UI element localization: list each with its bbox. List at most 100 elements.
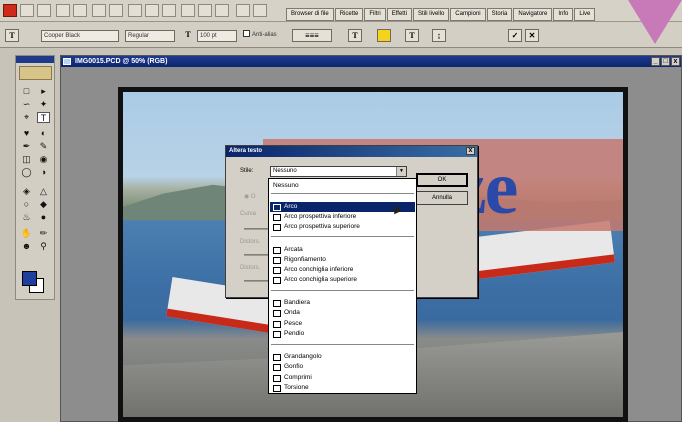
palette-well: Browser di file Ricette Filtri Effetti S… (286, 8, 596, 21)
document-title: IMG0015.PCD @ 50% (RGB) (75, 58, 168, 65)
vertical-distortion-label: Distors. (240, 265, 261, 271)
lasso-tool-icon[interactable]: ∽ (20, 99, 33, 110)
brush-tool-icon[interactable]: ✒ (20, 141, 33, 152)
bucket-tool-icon[interactable]: ♨ (20, 212, 33, 223)
orientation-radio[interactable]: ◉ O (244, 193, 256, 200)
gradient-tool-icon[interactable]: ● (37, 212, 50, 223)
shape-tool-icon[interactable]: ♥ (20, 128, 33, 139)
maximize-icon[interactable]: □ (661, 57, 670, 66)
dropdown-item-pesce[interactable]: Pesce (270, 319, 415, 329)
tab-file-browser[interactable]: Browser di file (286, 8, 334, 21)
type-tool-icon[interactable]: T (37, 112, 50, 123)
tab-info[interactable]: Info (553, 8, 574, 21)
dropdown-item-rigonfiamento[interactable]: Rigonfiamento (270, 255, 415, 265)
dodge-tool-icon[interactable]: ◆ (37, 199, 50, 210)
tab-recipes[interactable]: Ricette (334, 8, 364, 21)
tab-filters[interactable]: Filtri (364, 8, 386, 21)
tab-history[interactable]: Storia (486, 8, 513, 21)
dropdown-separator (271, 193, 414, 195)
smudge-tool-icon[interactable]: ○ (20, 199, 33, 210)
sponge-tool-icon[interactable]: ◑ (37, 167, 50, 178)
crop-tool-icon[interactable]: ⌖ (20, 112, 33, 123)
squeeze-icon (273, 374, 281, 382)
font-style-select[interactable]: Regular (125, 30, 175, 42)
cancel-button[interactable]: Annulla (416, 191, 468, 205)
minimize-icon[interactable]: _ (651, 57, 660, 66)
app-logo-icon[interactable] (3, 4, 17, 17)
move-tool-icon[interactable]: ▸ (37, 86, 50, 97)
clone-tool-icon[interactable]: ◉ (37, 154, 50, 165)
email-icon[interactable] (109, 4, 123, 17)
fisheye-icon (273, 353, 281, 361)
warp-text-icon[interactable]: T (405, 29, 419, 42)
eyedropper-tool-icon[interactable]: ✏ (37, 228, 50, 239)
tab-swatches[interactable]: Campioni (450, 8, 486, 21)
dialog-close-icon[interactable]: x (466, 147, 475, 155)
dropdown-item-arco-conchiglia-superiore[interactable]: Arco conchiglia superiore (270, 275, 415, 285)
dropdown-item-torsione[interactable]: Torsione (270, 383, 415, 393)
paste-icon[interactable] (162, 4, 176, 17)
dropdown-item-bandiera[interactable]: Bandiera (270, 298, 415, 308)
document-icon (63, 58, 71, 65)
sharpen-tool-icon[interactable]: △ (37, 186, 50, 197)
commit-button[interactable]: ✓ (508, 29, 522, 42)
foreground-color-swatch[interactable] (22, 271, 37, 286)
dropdown-item-pendio[interactable]: Pendio (270, 329, 415, 339)
dropdown-item-comprimi[interactable]: Comprimi (270, 373, 415, 383)
style-select[interactable]: Nessuno ▼ (270, 166, 407, 177)
blur-tool-icon[interactable]: ◈ (20, 186, 33, 197)
marquee-tool-icon[interactable]: □ (20, 86, 33, 97)
tab-layer-styles[interactable]: Stili livello (412, 8, 450, 21)
save-icon[interactable] (56, 4, 70, 17)
antialias-checkbox[interactable]: Anti-alias (241, 30, 287, 42)
dropdown-item-arco-conchiglia-inferiore[interactable]: Arco conchiglia inferiore (270, 265, 415, 275)
bend-label: Curva (240, 211, 257, 217)
font-family-select[interactable]: Cooper Black (41, 30, 119, 42)
step-icon[interactable] (215, 4, 229, 17)
dropdown-item-onda[interactable]: Onda (270, 308, 415, 318)
redo-icon[interactable] (198, 4, 212, 17)
arch-icon (273, 246, 281, 254)
close-icon[interactable]: x (671, 57, 680, 66)
tools-title-bar[interactable] (16, 56, 54, 63)
dropdown-item-arcata[interactable]: Arcata (270, 245, 415, 255)
magic-wand-tool-icon[interactable]: ✦ (37, 99, 50, 110)
tab-effects[interactable]: Effetti (386, 8, 412, 21)
align-buttons[interactable]: ≡≡≡ (292, 29, 332, 42)
chevron-down-icon[interactable]: ▼ (396, 167, 406, 176)
text-orientation-icon[interactable]: T (348, 29, 362, 42)
dropdown-item-gonfio[interactable]: Gonfio (270, 362, 415, 372)
cut-icon[interactable] (128, 4, 142, 17)
new-file-icon[interactable] (20, 4, 34, 17)
pan-tool-icon[interactable]: ☻ (20, 241, 33, 252)
pencil-tool-icon[interactable]: ✎ (37, 141, 50, 152)
burn-tool-icon[interactable]: ◯ (20, 167, 33, 178)
dropdown-item-grandangolo[interactable]: Grandangolo (270, 352, 415, 362)
copy-icon[interactable] (145, 4, 159, 17)
eraser-tool-icon[interactable]: ◫ (20, 154, 33, 165)
hand-tool-icon[interactable]: ✋ (20, 228, 33, 239)
pen-icon[interactable] (236, 4, 250, 17)
cancel-edit-button[interactable]: ✕ (525, 29, 539, 42)
red-eye-tool-icon[interactable]: ◐ (37, 128, 50, 139)
dropdown-item-nessuno[interactable]: Nessuno (270, 181, 415, 191)
text-color-swatch[interactable] (377, 29, 391, 42)
arc-lower-icon (273, 213, 281, 221)
browse-icon[interactable] (92, 4, 106, 17)
undo-icon[interactable] (181, 4, 195, 17)
open-file-icon[interactable] (37, 4, 51, 17)
dropdown-separator (271, 236, 414, 238)
document-title-bar[interactable]: IMG0015.PCD @ 50% (RGB) _ □ x (61, 56, 681, 67)
help-icon[interactable] (253, 4, 267, 17)
zoom-tool-icon[interactable]: ⚲ (37, 241, 50, 252)
text-tool-icon[interactable]: T (5, 29, 19, 42)
font-size-select[interactable]: 100 pt (197, 30, 237, 42)
tab-layers[interactable]: Live (574, 8, 596, 21)
decorative-triangle (628, 0, 682, 44)
tab-navigator[interactable]: Navigatore (513, 8, 553, 21)
ok-button[interactable]: OK (416, 173, 468, 187)
print-icon[interactable] (73, 4, 87, 17)
dropdown-item-arco-prospettiva-superiore[interactable]: Arco prospettiva superiore (270, 222, 415, 232)
dialog-title-bar[interactable]: Altera testo x (226, 146, 477, 157)
text-style-icon[interactable]: ↨ (432, 29, 446, 42)
